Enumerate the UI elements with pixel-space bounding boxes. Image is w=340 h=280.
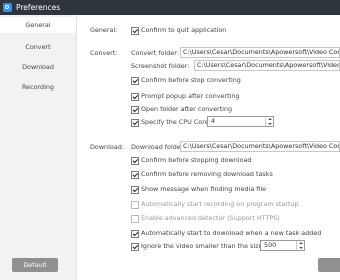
- confirm-quit-label: Confirm to quit application: [141, 26, 227, 34]
- ignore-small-label: Ignore the video smaller than the size(K…: [141, 242, 279, 250]
- window-title: Preferences: [16, 3, 61, 12]
- sidebar-item-recording[interactable]: Recording: [0, 79, 76, 95]
- prompt-popup-label: Prompt popup after converting: [141, 92, 240, 100]
- sidebar-item-download[interactable]: Download: [0, 59, 76, 75]
- confirm-stop-download-checkbox[interactable]: [131, 157, 139, 165]
- confirm-stop-download-label: Confirm before stopping download: [141, 156, 252, 164]
- title-bar: Preferences: [0, 0, 340, 15]
- cpu-cores-stepper[interactable]: 4: [207, 116, 274, 127]
- open-folder-checkbox[interactable]: [131, 106, 139, 114]
- prompt-popup-checkbox[interactable]: [131, 93, 139, 101]
- sidebar-item-general[interactable]: General: [0, 17, 76, 33]
- ok-button[interactable]: [318, 258, 340, 272]
- ignore-size-stepper[interactable]: 500: [260, 240, 305, 251]
- download-folder-field[interactable]: C:\Users\Cesar\Documents\Apowersoft\Vide…: [180, 141, 340, 152]
- convert-section-label: Convert:: [90, 49, 118, 57]
- confirm-stop-converting-label: Confirm before stop converting: [141, 76, 241, 84]
- convert-folder-field[interactable]: C:\Users\Cesar\Documents\Apowersoft\Vide…: [180, 47, 340, 58]
- download-section-label: Download:: [90, 143, 124, 151]
- screenshot-folder-label: Screenshot folder:: [131, 62, 190, 70]
- download-folder-label: Download folder:: [131, 143, 186, 151]
- open-folder-label: Open folder after converting: [141, 105, 233, 113]
- auto-download-label: Automatically start to download when a n…: [141, 229, 322, 237]
- sidebar: General Convert Download Recording: [0, 15, 77, 280]
- advanced-detector-label: Enable advanced detector (Support HTTPS): [141, 214, 280, 222]
- cpu-cores-label: Specify the CPU Cores:: [141, 118, 215, 126]
- cpu-cores-value: 4: [211, 117, 216, 125]
- auto-record-label: Automatically start recording on program…: [141, 200, 299, 208]
- stepper-arrows-icon[interactable]: [296, 241, 304, 250]
- advanced-detector-checkbox[interactable]: [131, 215, 139, 223]
- general-section-label: General:: [90, 26, 118, 34]
- show-message-label: Show message when finding media file: [141, 185, 267, 193]
- confirm-quit-checkbox[interactable]: [131, 27, 139, 35]
- auto-download-checkbox[interactable]: [131, 230, 139, 238]
- cpu-cores-checkbox[interactable]: [131, 119, 139, 127]
- stepper-arrows-icon[interactable]: [265, 117, 273, 126]
- auto-record-checkbox[interactable]: [131, 201, 139, 209]
- convert-folder-label: Convert folder:: [131, 49, 179, 57]
- show-message-checkbox[interactable]: [131, 186, 139, 194]
- confirm-remove-checkbox[interactable]: [131, 171, 139, 179]
- confirm-stop-converting-checkbox[interactable]: [131, 77, 139, 85]
- confirm-remove-label: Confirm before removing download tasks: [141, 170, 273, 178]
- screenshot-folder-field[interactable]: C:\Users\Cesar\Documents\Apowersoft\Vide…: [194, 60, 340, 71]
- app-logo-icon: [3, 3, 12, 12]
- sidebar-item-convert[interactable]: Convert: [0, 39, 76, 55]
- ignore-size-value: 500: [264, 241, 277, 249]
- default-button[interactable]: Default: [12, 258, 58, 272]
- ignore-small-checkbox[interactable]: [131, 243, 139, 251]
